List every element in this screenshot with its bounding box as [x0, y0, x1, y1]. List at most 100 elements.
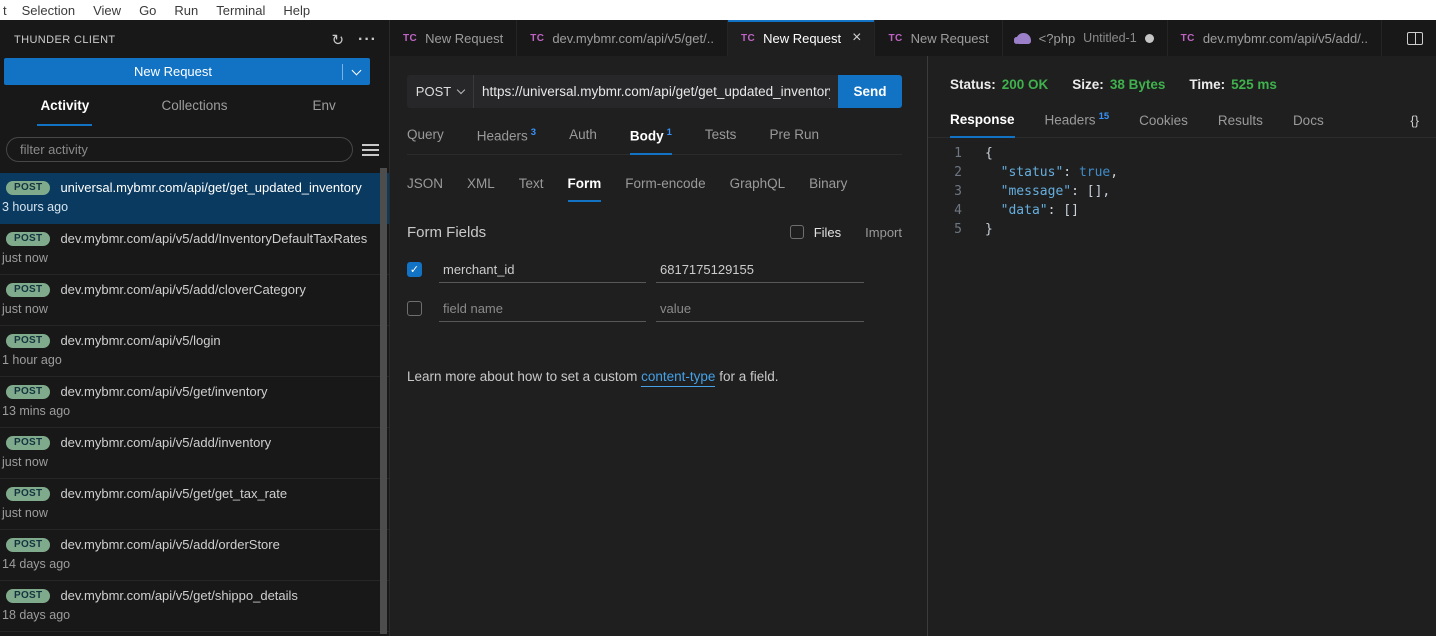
code-token: "status"	[1001, 165, 1064, 180]
body-tab-xml[interactable]: XML	[467, 171, 495, 201]
activity-line: POSTdev.mybmr.com/api/v5/add/inventory	[6, 435, 379, 450]
filter-activity-input[interactable]	[6, 137, 353, 162]
editor-tab[interactable]: TCdev.mybmr.com/api/v5/get/..	[517, 20, 728, 56]
sidebar-tab-activity[interactable]: Activity	[0, 95, 130, 126]
request-tab-query[interactable]: Query	[407, 122, 444, 154]
activity-time: 14 days ago	[2, 557, 379, 571]
method-badge: POST	[6, 538, 50, 552]
row-checkbox[interactable]	[407, 301, 422, 316]
new-request-button[interactable]: New Request	[4, 58, 370, 85]
field-value-input[interactable]	[656, 296, 864, 322]
activity-line: POSTdev.mybmr.com/api/v5/get/shippo_deta…	[6, 588, 379, 603]
request-tab-headers[interactable]: Headers3	[477, 122, 536, 154]
refresh-icon[interactable]: ↻	[331, 33, 344, 48]
new-request-dropdown[interactable]	[343, 70, 370, 74]
braces-icon[interactable]: {}	[1410, 113, 1419, 137]
menu-item[interactable]: Go	[130, 3, 165, 18]
files-checkbox[interactable]	[790, 225, 804, 239]
activity-url: dev.mybmr.com/api/v5/add/InventoryDefaul…	[60, 231, 367, 246]
body-tab-graphql[interactable]: GraphQL	[730, 171, 786, 201]
activity-scrollbar[interactable]	[380, 168, 387, 634]
filter-menu-icon[interactable]	[362, 149, 379, 151]
activity-url: dev.mybmr.com/api/v5/add/orderStore	[60, 537, 279, 552]
sidebar-tab-env[interactable]: Env	[259, 95, 389, 126]
new-request-label: New Request	[4, 64, 342, 79]
response-tab-docs[interactable]: Docs	[1293, 108, 1324, 137]
field-value-input[interactable]	[656, 257, 864, 283]
size-label: Size:	[1072, 77, 1104, 92]
activity-url: dev.mybmr.com/api/v5/login	[60, 333, 220, 348]
response-code[interactable]: 1{2 "status": true,3 "message": [],4 "da…	[928, 138, 1436, 636]
sidebar-tab-collections[interactable]: Collections	[130, 95, 260, 126]
row-checkbox[interactable]: ✓	[407, 262, 422, 277]
files-label: Files	[814, 225, 841, 240]
editor-tab[interactable]: <?phpUntitled-1	[1003, 20, 1168, 56]
body-tab-text[interactable]: Text	[519, 171, 544, 201]
response-tab-results[interactable]: Results	[1218, 108, 1263, 137]
activity-item[interactable]: POST dev.mybmr.com/api/v5/login 1 hour ago	[0, 326, 389, 377]
activity-time: 1 hour ago	[2, 353, 379, 367]
activity-item[interactable]: POSTdev.mybmr.com/api/v5/get/inventory13…	[0, 377, 389, 428]
activity-item[interactable]: POSTdev.mybmr.com/api/v5/get/get_tax_rat…	[0, 479, 389, 530]
body-tab-form[interactable]: Form	[568, 171, 602, 202]
dirty-indicator	[1145, 34, 1154, 43]
content-type-hint: Learn more about how to set a custom con…	[407, 369, 902, 384]
activity-item[interactable]: POSTdev.mybmr.com/api/v5/add/InventoryDe…	[0, 224, 389, 275]
editor-tab[interactable]: TCNew Request	[390, 20, 517, 56]
editor-tab[interactable]: TCNew Request×	[728, 20, 876, 56]
response-tab-cookies[interactable]: Cookies	[1139, 108, 1188, 137]
send-button[interactable]: Send	[838, 75, 902, 108]
method-badge: POST	[6, 334, 50, 348]
field-name-input[interactable]	[439, 296, 646, 322]
request-tab-pre-run[interactable]: Pre Run	[769, 122, 819, 154]
code-token: :	[1063, 165, 1079, 180]
field-name-input[interactable]	[439, 257, 646, 283]
response-tab-headers[interactable]: Headers15	[1045, 106, 1110, 137]
menu-item[interactable]: Terminal	[207, 3, 274, 18]
time-stat: Time:525 ms	[1189, 77, 1277, 92]
response-tab-response[interactable]: Response	[950, 107, 1015, 138]
import-button[interactable]: Import	[865, 225, 902, 240]
editor-tab[interactable]: TCNew Request	[875, 20, 1002, 56]
tab-label: Cookies	[1139, 113, 1188, 128]
method-badge: POST	[6, 283, 50, 297]
activity-line: POSTdev.mybmr.com/api/v5/add/InventoryDe…	[6, 231, 379, 246]
content-type-link[interactable]: content-type	[641, 369, 715, 387]
editor-tab[interactable]: TCdev.mybmr.com/api/v5/add/..	[1168, 20, 1382, 56]
status-value: 200 OK	[1002, 77, 1049, 92]
close-icon[interactable]: ×	[852, 29, 861, 47]
menu-item[interactable]: View	[84, 3, 130, 18]
activity-time: 13 mins ago	[2, 404, 379, 418]
body-tab-json[interactable]: JSON	[407, 171, 443, 201]
more-actions-icon[interactable]: ···	[358, 32, 377, 48]
method-select[interactable]: POST	[407, 75, 474, 108]
menu-item[interactable]: t	[1, 3, 13, 18]
tab-label: Form-encode	[625, 176, 705, 191]
activity-line: POST dev.mybmr.com/api/v5/add/orderStore	[6, 537, 379, 552]
menu-item[interactable]: Help	[274, 3, 319, 18]
activity-item[interactable]: POSTdev.mybmr.com/api/v5/add/customer	[0, 632, 389, 636]
vscode-window: tSelectionViewGoRunTerminalHelp THUNDER …	[0, 0, 1436, 636]
activity-item[interactable]: POSTdev.mybmr.com/api/v5/add/cloverCateg…	[0, 275, 389, 326]
code-token: "message"	[1001, 184, 1071, 199]
activity-item[interactable]: POST dev.mybmr.com/api/v5/add/orderStore 1…	[0, 530, 389, 581]
sidebar-header: THUNDER CLIENT ↻ ···	[0, 20, 389, 54]
activity-url: dev.mybmr.com/api/v5/get/get_tax_rate	[60, 486, 287, 501]
chevron-down-icon	[457, 86, 465, 94]
body-tab-binary[interactable]: Binary	[809, 171, 847, 201]
split-editor-icon[interactable]	[1407, 32, 1423, 45]
line-number: 4	[928, 201, 962, 220]
menu-item[interactable]: Run	[165, 3, 207, 18]
body-tab-form-encode[interactable]: Form-encode	[625, 171, 705, 201]
activity-item[interactable]: POSTuniversal.mybmr.com/api/get/get_upda…	[0, 173, 389, 224]
request-tab-tests[interactable]: Tests	[705, 122, 737, 154]
hint-prefix: Learn more about how to set a custom	[407, 369, 641, 384]
code-text: {	[962, 144, 993, 163]
activity-item[interactable]: POSTdev.mybmr.com/api/v5/add/inventoryju…	[0, 428, 389, 479]
php-icon	[1016, 33, 1031, 44]
menu-item[interactable]: Selection	[13, 3, 84, 18]
request-tab-body[interactable]: Body1	[630, 122, 672, 155]
activity-item[interactable]: POSTdev.mybmr.com/api/v5/get/shippo_deta…	[0, 581, 389, 632]
request-tab-auth[interactable]: Auth	[569, 122, 597, 154]
url-input[interactable]	[474, 75, 838, 108]
